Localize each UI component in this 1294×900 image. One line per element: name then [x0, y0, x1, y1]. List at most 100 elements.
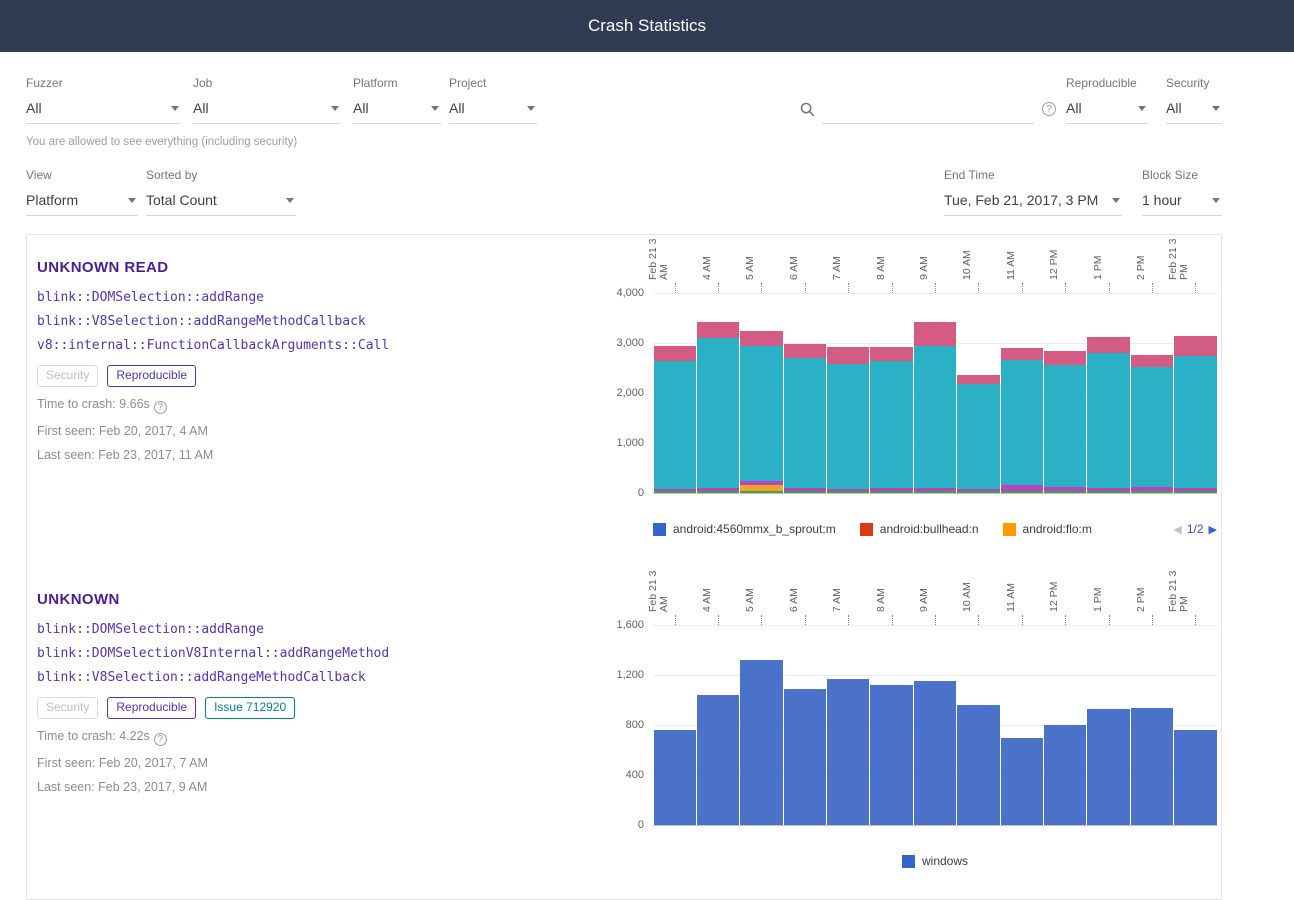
platform-filter-value: All	[353, 100, 369, 116]
chevron-down-icon	[431, 106, 439, 111]
crash-group-title[interactable]: UNKNOWN	[37, 591, 605, 608]
stack-frame-link[interactable]: blink::V8Selection::addRangeMethodCallba…	[37, 314, 605, 329]
project-filter[interactable]: Project All	[449, 76, 537, 124]
x-axis-label: 7 AM	[827, 567, 870, 625]
search-input[interactable]	[822, 95, 1034, 124]
bar-segment-segment-pink	[870, 347, 912, 361]
crash-group-info: UNKNOWN READ blink::DOMSelection::addRan…	[33, 235, 605, 462]
bar[interactable]	[827, 625, 869, 825]
crash-group-title[interactable]: UNKNOWN READ	[37, 259, 605, 276]
bar[interactable]	[740, 293, 782, 493]
view-select[interactable]: View Platform	[26, 168, 138, 216]
last-seen: Last seen: Feb 23, 2017, 9 AM	[37, 780, 605, 794]
bar[interactable]	[1087, 625, 1129, 825]
legend-label: android:bullhead:n	[880, 522, 979, 536]
reproducible-filter-value: All	[1066, 100, 1082, 116]
bar-segment-segment-teal	[914, 346, 956, 489]
bar[interactable]	[784, 625, 826, 825]
sorted-by-select[interactable]: Sorted by Total Count	[146, 168, 296, 216]
bar[interactable]	[1174, 625, 1216, 825]
chevron-down-icon	[1112, 198, 1120, 203]
x-axis-label: Feb 21 3 AM	[653, 235, 696, 293]
bar[interactable]	[1131, 293, 1173, 493]
bar-segment-segment-teal	[870, 361, 912, 489]
bar-segment-segment-pink	[957, 375, 999, 384]
bar-segment-windows	[914, 681, 956, 825]
x-axis-label: Feb 21 3 PM	[1174, 567, 1217, 625]
bar[interactable]	[784, 293, 826, 493]
help-icon[interactable]	[154, 733, 167, 746]
y-axis-label: 3,000	[616, 337, 644, 349]
bar[interactable]	[1087, 293, 1129, 493]
bar[interactable]	[957, 625, 999, 825]
results-card: UNKNOWN READ blink::DOMSelection::addRan…	[26, 234, 1222, 900]
job-filter[interactable]: Job All	[193, 76, 341, 124]
bar[interactable]	[870, 293, 912, 493]
help-icon[interactable]	[154, 401, 167, 414]
bar[interactable]	[697, 293, 739, 493]
end-time-select[interactable]: End Time Tue, Feb 21, 2017, 3 PM	[944, 168, 1122, 216]
x-axis-label: 5 AM	[740, 235, 783, 293]
bar[interactable]	[697, 625, 739, 825]
bar[interactable]	[957, 293, 999, 493]
bar[interactable]	[827, 293, 869, 493]
stack-frame-link[interactable]: blink::DOMSelectionV8Internal::addRangeM…	[37, 646, 605, 661]
stack-frame-link[interactable]: blink::DOMSelection::addRange	[37, 622, 605, 637]
stack-frame-link[interactable]: blink::V8Selection::addRangeMethodCallba…	[37, 670, 605, 685]
bar-segment-windows	[827, 679, 869, 825]
bar-segment-windows	[1174, 730, 1216, 825]
bar[interactable]	[654, 293, 696, 493]
bar-segment-windows	[957, 705, 999, 825]
bar-segment-segment-pink	[1001, 348, 1043, 361]
legend-label: android:flo:m	[1023, 522, 1092, 536]
x-axis-label: 6 AM	[783, 235, 826, 293]
bar[interactable]	[870, 625, 912, 825]
bar[interactable]	[654, 625, 696, 825]
bar-segment-segment-teal	[697, 338, 739, 488]
bar[interactable]	[740, 625, 782, 825]
fuzzer-filter-value: All	[26, 100, 42, 116]
x-axis-label: 1 PM	[1087, 567, 1130, 625]
bar-segment-segment-pink	[914, 322, 956, 346]
reproducible-filter[interactable]: Reproducible All	[1066, 76, 1148, 124]
legend-next-icon[interactable]: ▶	[1209, 523, 1217, 536]
bar-segment-segment-pink	[1044, 351, 1086, 365]
bar[interactable]	[1001, 293, 1043, 493]
x-axis-label: 9 AM	[913, 235, 956, 293]
bar-segment-windows	[1131, 708, 1173, 826]
bar[interactable]	[1131, 625, 1173, 825]
search-help-icon[interactable]	[1042, 102, 1056, 116]
time-to-crash-text: Time to crash: 9.66s	[37, 397, 150, 411]
bar[interactable]	[1044, 293, 1086, 493]
issue-badge[interactable]: Issue 712920	[205, 697, 295, 719]
stack-frame-link[interactable]: v8::internal::FunctionCallbackArguments:…	[37, 338, 605, 353]
block-size-select-value: 1 hour	[1142, 192, 1182, 208]
bar-segment-segment-teal	[1131, 367, 1173, 487]
security-filter-label: Security	[1166, 76, 1222, 90]
block-size-select[interactable]: Block Size 1 hour	[1142, 168, 1222, 216]
y-axis-label: 800	[626, 719, 644, 731]
bar[interactable]	[1001, 625, 1043, 825]
bar[interactable]	[914, 625, 956, 825]
legend-prev-icon[interactable]: ◀	[1173, 523, 1181, 536]
chevron-down-icon	[1212, 106, 1220, 111]
platform-filter[interactable]: Platform All	[353, 76, 441, 124]
plot-area	[653, 625, 1217, 825]
bar[interactable]	[1044, 625, 1086, 825]
y-axis-label: 4,000	[616, 287, 644, 299]
fuzzer-filter[interactable]: Fuzzer All	[26, 76, 181, 124]
stack-frame-link[interactable]: blink::DOMSelection::addRange	[37, 290, 605, 305]
bar-segment-windows	[740, 660, 782, 825]
security-filter[interactable]: Security All	[1166, 76, 1222, 124]
sorted-by-select-value: Total Count	[146, 192, 217, 208]
bar-segment-segment-pink	[654, 346, 696, 361]
permission-note: You are allowed to see everything (inclu…	[26, 136, 1222, 148]
bar[interactable]	[1174, 293, 1216, 493]
badges: Security Reproducible Issue 712920	[37, 697, 605, 719]
bar[interactable]	[914, 293, 956, 493]
bar-segment-segment-teal	[957, 384, 999, 489]
project-filter-value: All	[449, 100, 465, 116]
legend-pager: ◀1/2▶	[1173, 522, 1217, 536]
bar-segment-segment-teal	[784, 358, 826, 488]
y-axis-label: 1,200	[616, 669, 644, 681]
